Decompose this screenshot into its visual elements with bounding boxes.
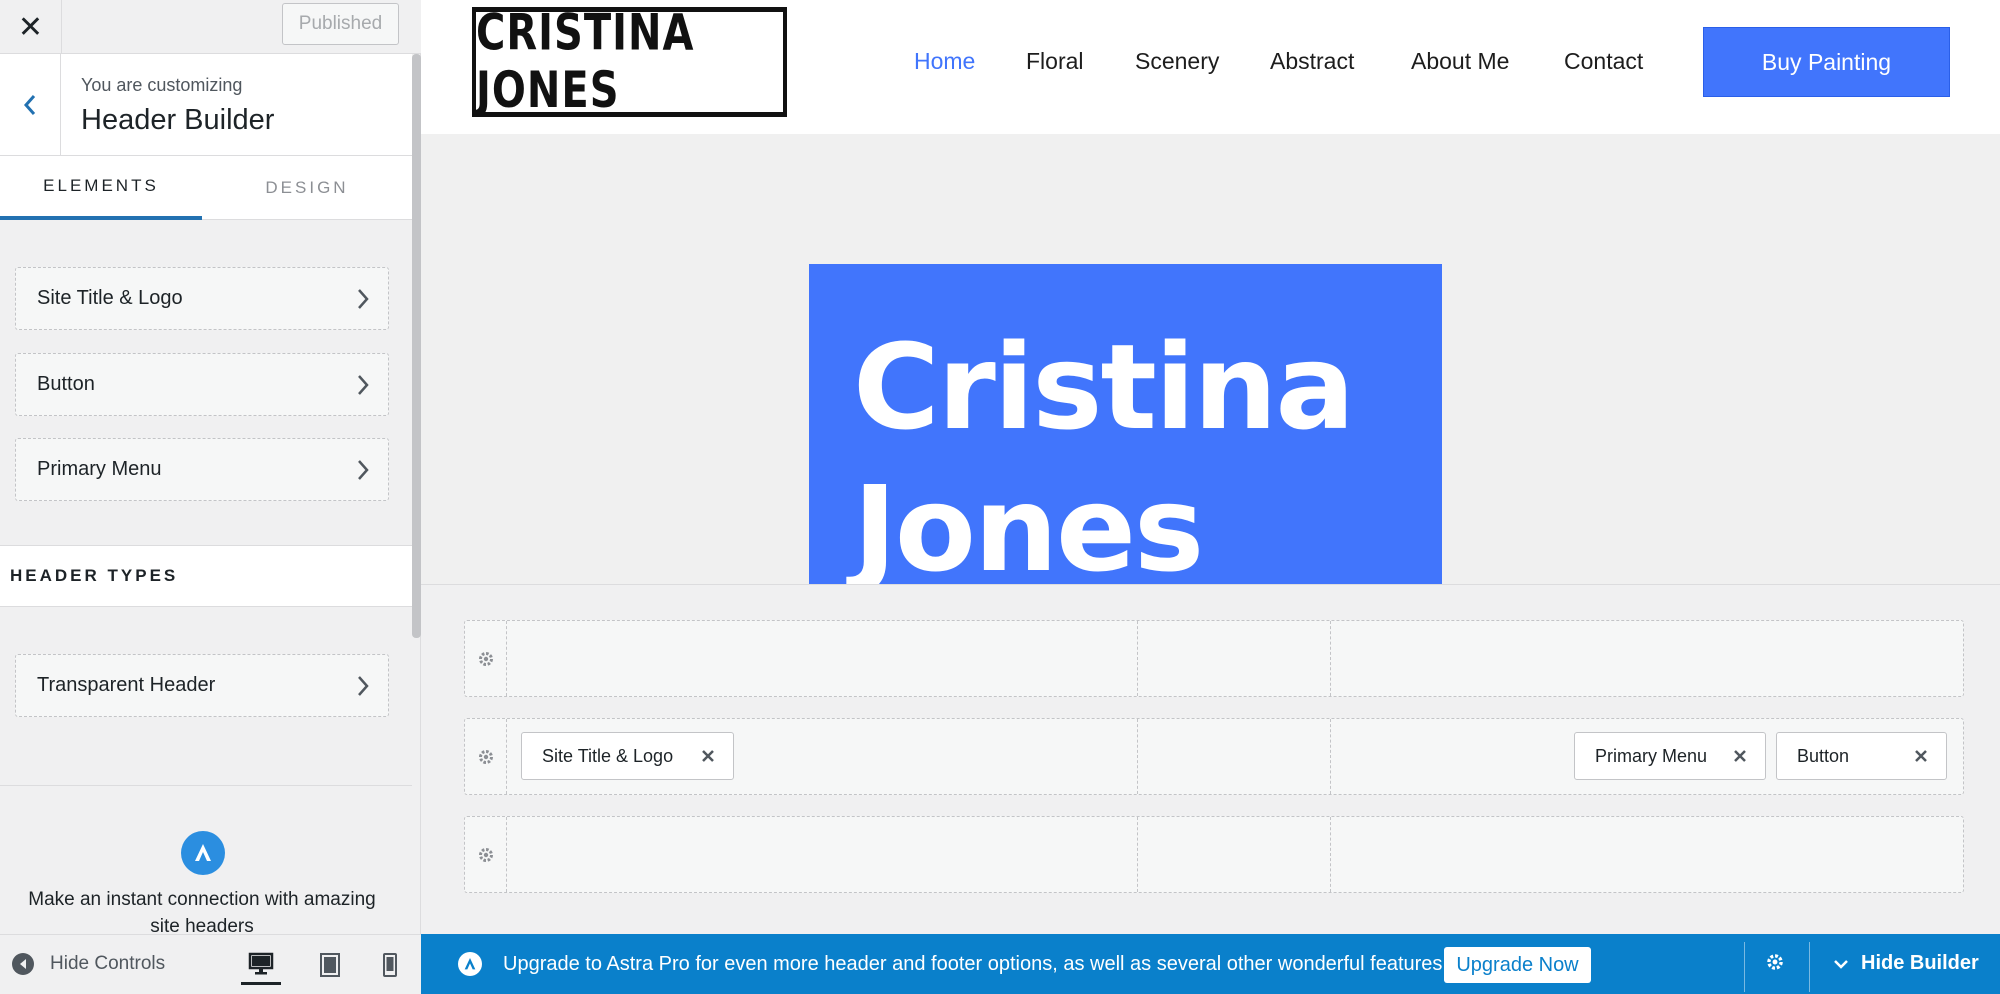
chevron-right-icon <box>358 375 369 395</box>
divider <box>1809 942 1810 992</box>
panel-title: Header Builder <box>81 104 275 136</box>
builder-chip-button[interactable]: Button <box>1776 732 1947 780</box>
chevron-right-icon <box>358 289 369 309</box>
header-builder: Site Title & Logo Primary Menu Button <box>421 584 2000 934</box>
astra-logo-icon <box>458 952 482 976</box>
collapse-left-icon <box>12 953 34 975</box>
builder-zone-center[interactable] <box>1138 719 1331 794</box>
panel-tabs: ELEMENTS DESIGN <box>0 156 412 220</box>
upgrade-now-button[interactable]: Upgrade Now <box>1444 947 1591 983</box>
builder-chip-site-title-logo[interactable]: Site Title & Logo <box>521 732 734 780</box>
builder-chip-primary-menu[interactable]: Primary Menu <box>1574 732 1766 780</box>
chevron-down-icon <box>1834 959 1848 969</box>
buy-painting-button[interactable]: Buy Painting <box>1703 27 1950 97</box>
element-label: Button <box>37 373 95 395</box>
site-preview: CRISTINA JONES Home Floral Scenery Abstr… <box>421 0 2000 584</box>
hide-builder-button[interactable]: Hide Builder <box>1833 952 1979 975</box>
chip-label: Button <box>1797 745 1850 766</box>
row-settings-gear-icon[interactable] <box>465 621 507 696</box>
nav-floral[interactable]: Floral <box>1026 48 1084 75</box>
close-icon[interactable]: ✕ <box>0 0 62 54</box>
customizer-footer: Hide Controls <box>0 934 421 994</box>
element-button[interactable]: Button <box>15 353 389 416</box>
nav-contact[interactable]: Contact <box>1564 48 1643 75</box>
chip-label: Primary Menu <box>1595 745 1708 766</box>
hide-builder-label: Hide Builder <box>1861 952 1979 974</box>
builder-zone-center[interactable] <box>1138 817 1331 892</box>
row-settings-gear-icon[interactable] <box>465 719 507 794</box>
header-type-transparent[interactable]: Transparent Header <box>15 654 389 717</box>
site-logo[interactable]: CRISTINA JONES <box>472 5 787 120</box>
chip-label: Site Title & Logo <box>542 745 674 766</box>
remove-x-icon[interactable] <box>1729 745 1751 767</box>
element-label: Site Title & Logo <box>37 287 183 309</box>
builder-row-above-header[interactable] <box>464 620 1964 697</box>
header-type-label: Transparent Header <box>37 674 216 696</box>
builder-row-primary-header[interactable]: Site Title & Logo Primary Menu Button <box>464 718 1964 795</box>
hide-controls-button[interactable]: Hide Controls <box>12 953 165 975</box>
published-button[interactable]: Published <box>282 3 399 45</box>
nav-scenery[interactable]: Scenery <box>1135 48 1219 75</box>
element-site-title-logo[interactable]: Site Title & Logo <box>15 267 389 330</box>
element-primary-menu[interactable]: Primary Menu <box>15 438 389 501</box>
tablet-device-icon[interactable] <box>310 945 350 985</box>
remove-x-icon[interactable] <box>697 745 719 767</box>
chevron-right-icon <box>358 676 369 696</box>
site-header: CRISTINA JONES Home Floral Scenery Abstr… <box>421 0 2000 134</box>
element-label: Primary Menu <box>37 458 162 480</box>
row-settings-gear-icon[interactable] <box>465 817 507 892</box>
astra-upgrade-bar: Upgrade to Astra Pro for even more heade… <box>421 934 2000 994</box>
promo-text: Make an instant connection with amazing … <box>28 889 376 934</box>
customizer-sidebar: ✕ Published You are customizing Header B… <box>0 0 421 994</box>
nav-abstract[interactable]: Abstract <box>1270 48 1354 75</box>
astra-logo-icon <box>181 831 225 875</box>
panel-header: You are customizing Header Builder <box>0 54 412 156</box>
builder-settings-gear-icon[interactable] <box>1765 952 1785 977</box>
upgrade-message: Upgrade to Astra Pro for even more heade… <box>503 953 1448 975</box>
hero-title: Cristina Jones <box>853 318 1355 584</box>
nav-about-me[interactable]: About Me <box>1411 48 1509 75</box>
desktop-device-icon[interactable] <box>241 945 281 985</box>
nav-home[interactable]: Home <box>914 48 975 75</box>
tab-design[interactable]: DESIGN <box>202 156 412 220</box>
back-button[interactable] <box>0 54 61 156</box>
hide-controls-label: Hide Controls <box>50 953 166 974</box>
divider <box>1744 942 1745 992</box>
hero-block: Cristina Jones <box>809 264 1442 584</box>
remove-x-icon[interactable] <box>1910 745 1932 767</box>
divider <box>0 785 412 786</box>
builder-zone-center[interactable] <box>1138 621 1331 696</box>
builder-zone-left[interactable] <box>507 817 1138 892</box>
sidebar-scrollbar[interactable] <box>412 54 421 638</box>
panel-subtitle: You are customizing <box>81 75 243 95</box>
builder-zone-left[interactable] <box>507 621 1138 696</box>
builder-row-below-header[interactable] <box>464 816 1964 893</box>
customizer-topbar: ✕ Published <box>0 0 421 54</box>
mobile-device-icon[interactable] <box>370 945 410 985</box>
chevron-left-icon <box>23 95 36 115</box>
header-types-heading: HEADER TYPES <box>0 545 412 607</box>
chevron-right-icon <box>358 460 369 480</box>
tab-elements[interactable]: ELEMENTS <box>0 156 202 220</box>
